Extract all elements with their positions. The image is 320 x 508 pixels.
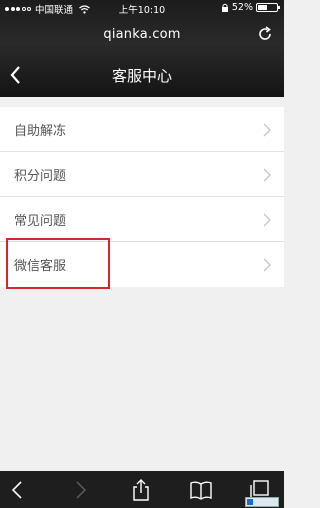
browser-header: 中国联通 上午10:10 52% qianka.com 客服中心 (0, 0, 284, 97)
browser-toolbar (0, 471, 284, 508)
page-header: 客服中心 (0, 54, 284, 97)
share-icon[interactable] (129, 478, 153, 502)
chevron-right-icon (263, 258, 271, 272)
reload-icon[interactable] (256, 25, 274, 43)
highlight-box (6, 238, 110, 289)
status-bar: 中国联通 上午10:10 52% (0, 0, 284, 16)
watermark-logo (245, 497, 279, 507)
menu-item-faq[interactable]: 常见问题 (0, 197, 284, 242)
menu-item-self-unfreeze[interactable]: 自助解冻 (0, 107, 284, 152)
url-bar[interactable]: qianka.com (0, 16, 284, 54)
url-text[interactable]: qianka.com (0, 27, 284, 42)
battery-percent: 52% (231, 2, 253, 13)
menu-item-label: 自助解冻 (14, 124, 67, 139)
menu-item-label: 常见问题 (14, 214, 67, 229)
menu-item-label: 积分问题 (14, 169, 67, 184)
lock-rotation-icon (221, 3, 228, 12)
battery-icon (256, 3, 280, 12)
chevron-right-icon (263, 123, 271, 137)
menu-item-points-issues[interactable]: 积分问题 (0, 152, 284, 197)
chevron-right-icon (263, 213, 271, 227)
back-icon[interactable] (6, 478, 30, 502)
status-right: 52% (221, 2, 280, 13)
chevron-right-icon (263, 168, 271, 182)
page-title: 客服中心 (111, 67, 172, 85)
forward-icon[interactable] (68, 478, 92, 502)
bookmarks-icon[interactable] (189, 478, 213, 502)
